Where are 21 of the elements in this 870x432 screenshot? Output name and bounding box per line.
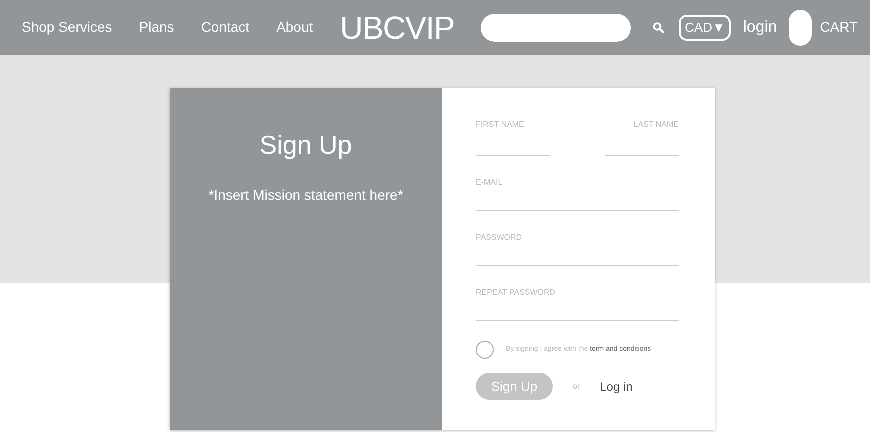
- sign-up-button[interactable]: Sign Up: [476, 373, 553, 400]
- input-field[interactable]: E-MAIL: [476, 171, 679, 211]
- nav-link[interactable]: About: [276, 17, 314, 38]
- input-field[interactable]: LAST NAME: [605, 110, 679, 156]
- currency-selector[interactable]: CAD▼: [679, 14, 732, 40]
- or-separator: or: [573, 380, 580, 392]
- input-field[interactable]: REPEAT PASSWORD: [476, 281, 679, 321]
- signup-title: Sign Up: [260, 129, 352, 162]
- nav-link[interactable]: Contact: [201, 17, 250, 38]
- nav-link[interactable]: Plans: [139, 17, 174, 38]
- avatar[interactable]: [789, 10, 812, 46]
- mission-statement: *Insert Mission statement here*: [208, 186, 404, 205]
- input-field[interactable]: PASSWORD: [476, 226, 679, 266]
- login-link[interactable]: Log in: [600, 378, 633, 396]
- agree-checkbox[interactable]: [476, 341, 494, 359]
- login-link[interactable]: login: [743, 16, 778, 40]
- input-field[interactable]: FIRST NAME: [476, 110, 550, 156]
- cart-link[interactable]: CART: [812, 17, 858, 38]
- logo[interactable]: UBCVIP: [340, 12, 455, 44]
- search-field[interactable]: [480, 14, 631, 42]
- nav-link[interactable]: Shop Services: [22, 17, 112, 38]
